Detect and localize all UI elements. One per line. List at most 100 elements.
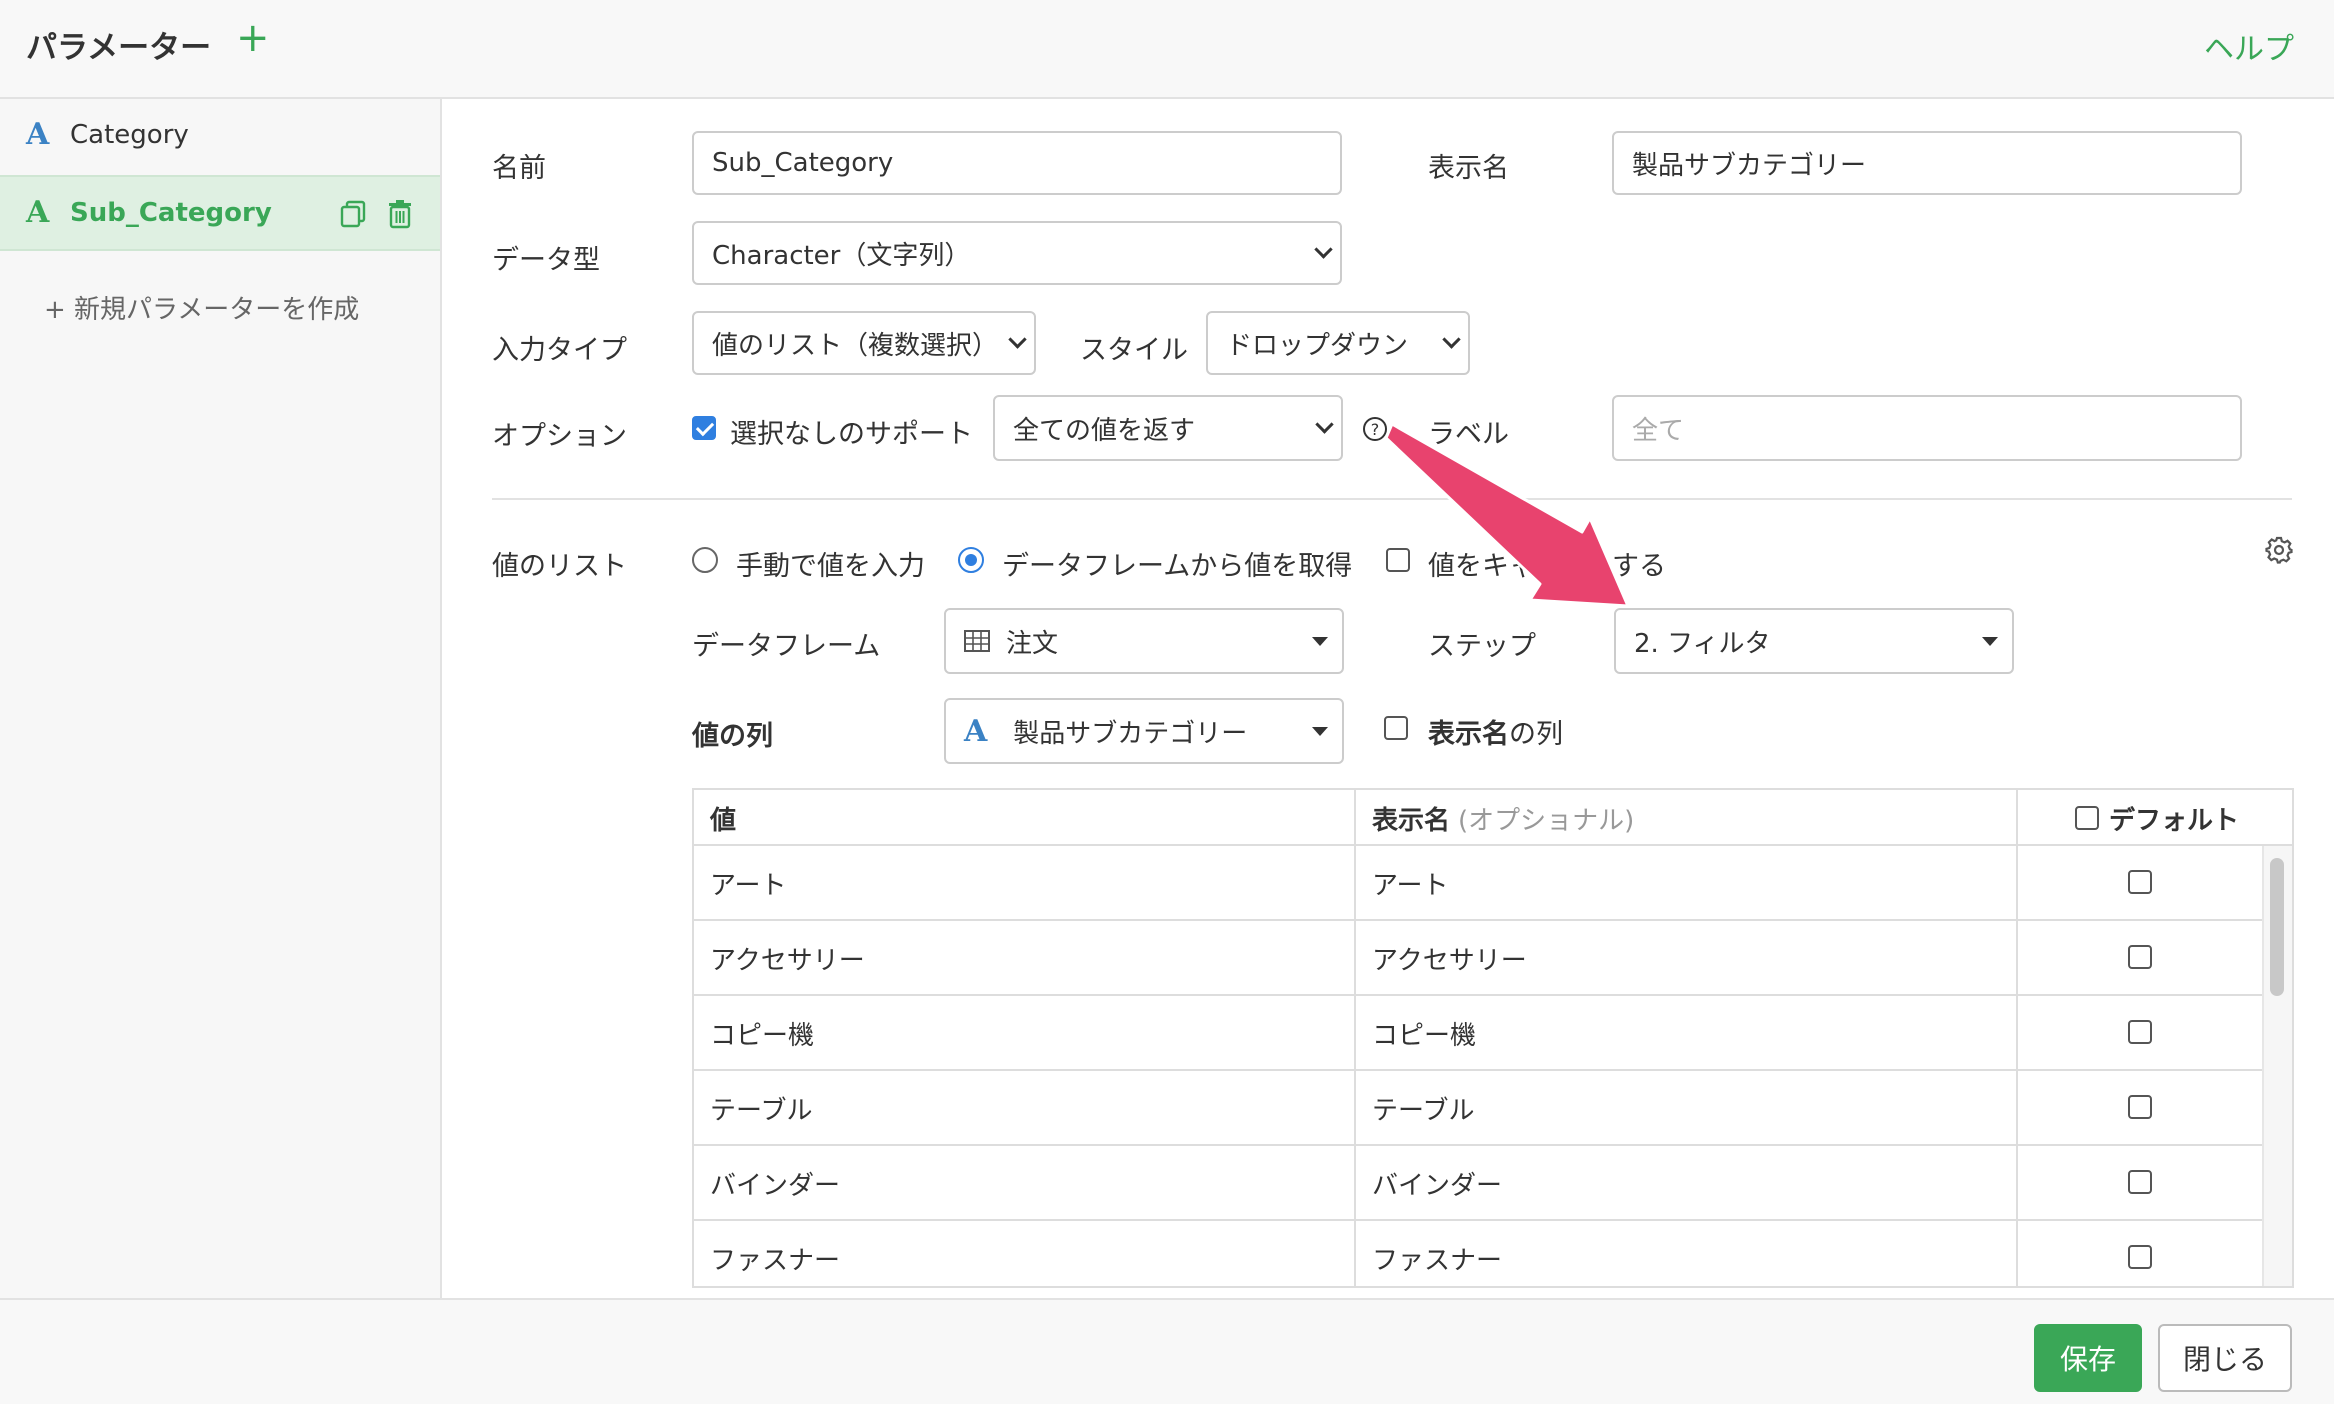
dataframe-label: データフレーム [692, 631, 881, 662]
dataframe-select[interactable]: 注文 [944, 608, 1344, 674]
value-column-select[interactable]: A 製品サブカテゴリー [944, 698, 1344, 764]
name-input[interactable]: Sub_Category [692, 131, 1342, 195]
value-column-label: 値の列 [692, 721, 773, 752]
chevron-down-icon [1008, 330, 1027, 349]
character-type-icon: A [26, 117, 50, 152]
data-type-value: Character（文字列） [712, 240, 971, 271]
manual-values-label: 手動で値を入力 [736, 551, 925, 582]
table-row[interactable]: コピー機 コピー機 [694, 996, 2264, 1071]
name-label: 名前 [492, 153, 546, 184]
no-selection-support-checkbox[interactable] [692, 416, 716, 440]
values-table: 値 表示名 (オプショナル) デフォルト アート アート アクセサリー アクセサリ… [692, 788, 2294, 1288]
sidebar-item-label: Category [70, 120, 189, 150]
caret-down-icon [1982, 637, 1998, 646]
default-column-header: デフォルト [2018, 790, 2292, 846]
value-cell: テーブル [710, 1096, 813, 1126]
display-name-input[interactable]: 製品サブカテゴリー [1612, 131, 2242, 195]
dataframe-values-label: データフレームから値を取得 [1002, 551, 1353, 582]
gear-icon[interactable] [2264, 535, 2294, 565]
table-row[interactable]: テーブル テーブル [694, 1071, 2264, 1146]
character-type-icon: A [26, 195, 50, 230]
new-parameter-link[interactable]: + 新規パラメーターを作成 [44, 289, 359, 326]
display-name-column-label: 表示名の列 [1428, 719, 1563, 750]
input-type-label: 入力タイプ [492, 335, 627, 366]
step-value: 2. フィルタ [1634, 628, 1771, 659]
value-list-label: 値のリスト [492, 551, 627, 582]
value-cell: コピー機 [710, 1021, 815, 1051]
cache-values-label-start: 値をキャ [1428, 551, 1536, 582]
section-divider [492, 498, 2292, 500]
label-input[interactable]: 全て [1612, 395, 2242, 461]
close-button[interactable]: 閉じる [2158, 1324, 2292, 1392]
select-all-default-checkbox[interactable] [2074, 806, 2099, 830]
table-row[interactable]: アクセサリー アクセサリー [694, 921, 2264, 996]
cache-values-label-end: する [1612, 551, 1666, 582]
character-type-icon: A [964, 713, 988, 749]
table-row[interactable]: アート アート [694, 846, 2264, 921]
display-cell: ファスナー [1372, 1246, 1503, 1276]
option-label: オプション [492, 421, 627, 452]
value-cell: ファスナー [710, 1246, 841, 1276]
default-checkbox[interactable] [2128, 870, 2152, 894]
input-type-value: 値のリスト（複数選択） [712, 330, 999, 361]
chevron-down-icon [1315, 415, 1334, 434]
default-checkbox[interactable] [2128, 1095, 2152, 1119]
help-circle-icon[interactable]: ? [1362, 416, 1388, 442]
sidebar-item-label: Sub_Category [70, 198, 272, 228]
default-checkbox[interactable] [2128, 1170, 2152, 1194]
sidebar-item-sub-category[interactable]: A Sub_Category [0, 175, 440, 251]
label-label: ラベル [1428, 419, 1509, 450]
trash-icon[interactable] [387, 199, 413, 229]
svg-text:?: ? [1371, 420, 1380, 439]
dataframe-values-radio[interactable] [958, 547, 984, 573]
display-cell: バインダー [1372, 1171, 1503, 1201]
value-cell: バインダー [710, 1171, 841, 1201]
display-name-label: 表示名 [1428, 153, 1509, 184]
table-row[interactable]: バインダー バインダー [694, 1146, 2264, 1221]
display-cell: アート [1372, 871, 1449, 901]
step-label: ステップ [1428, 631, 1536, 662]
save-button[interactable]: 保存 [2034, 1324, 2142, 1392]
style-label: スタイル [1080, 335, 1188, 366]
value-column-header: 値 [710, 805, 737, 836]
dataframe-value: 注文 [1006, 628, 1059, 659]
help-link[interactable]: ヘルプ [2204, 24, 2294, 68]
display-name-column-checkbox[interactable] [1384, 716, 1408, 740]
style-value: ドロップダウン [1226, 330, 1409, 361]
display-cell: コピー機 [1372, 1021, 1477, 1051]
table-scrollbar-thumb[interactable] [2270, 858, 2284, 996]
table-icon [964, 630, 990, 652]
return-value-value: 全ての値を返す [1013, 415, 1196, 446]
sidebar-item-category[interactable]: A Category [0, 99, 440, 175]
value-cell: アクセサリー [710, 946, 865, 976]
chevron-down-icon [1314, 240, 1333, 259]
display-cell: アクセサリー [1372, 946, 1527, 976]
data-type-select[interactable]: Character（文字列） [692, 221, 1342, 285]
caret-down-icon [1312, 727, 1328, 736]
value-column-value: 製品サブカテゴリー [1013, 718, 1248, 749]
table-row[interactable]: ファスナー ファスナー [694, 1221, 2264, 1286]
chevron-down-icon [1442, 330, 1461, 349]
default-checkbox[interactable] [2128, 945, 2152, 969]
style-select[interactable]: ドロップダウン [1206, 311, 1470, 375]
dialog-header: パラメーター + ヘルプ [0, 0, 2334, 99]
manual-values-radio[interactable] [692, 547, 718, 573]
duplicate-icon[interactable] [340, 199, 366, 229]
return-value-select[interactable]: 全ての値を返す [993, 395, 1343, 461]
default-checkbox[interactable] [2128, 1020, 2152, 1044]
dialog-footer: 保存 閉じる [0, 1298, 2334, 1404]
value-cell: アート [710, 871, 787, 901]
table-header: 値 表示名 (オプショナル) デフォルト [694, 790, 2292, 846]
parameter-sidebar: A Category A Sub_Category + 新規パラメーターを作成 [0, 99, 442, 1299]
caret-down-icon [1312, 637, 1328, 646]
step-select[interactable]: 2. フィルタ [1614, 608, 2014, 674]
display-column-header: 表示名 (オプショナル) [1372, 805, 1635, 836]
cache-values-checkbox[interactable] [1386, 548, 1410, 572]
default-checkbox[interactable] [2128, 1245, 2152, 1269]
add-parameter-icon[interactable]: + [236, 18, 270, 58]
no-selection-support-label: 選択なしのサポート [730, 419, 973, 450]
data-type-label: データ型 [492, 245, 600, 276]
dialog-title: パラメーター [26, 30, 212, 66]
display-cell: テーブル [1372, 1096, 1475, 1126]
input-type-select[interactable]: 値のリスト（複数選択） [692, 311, 1036, 375]
